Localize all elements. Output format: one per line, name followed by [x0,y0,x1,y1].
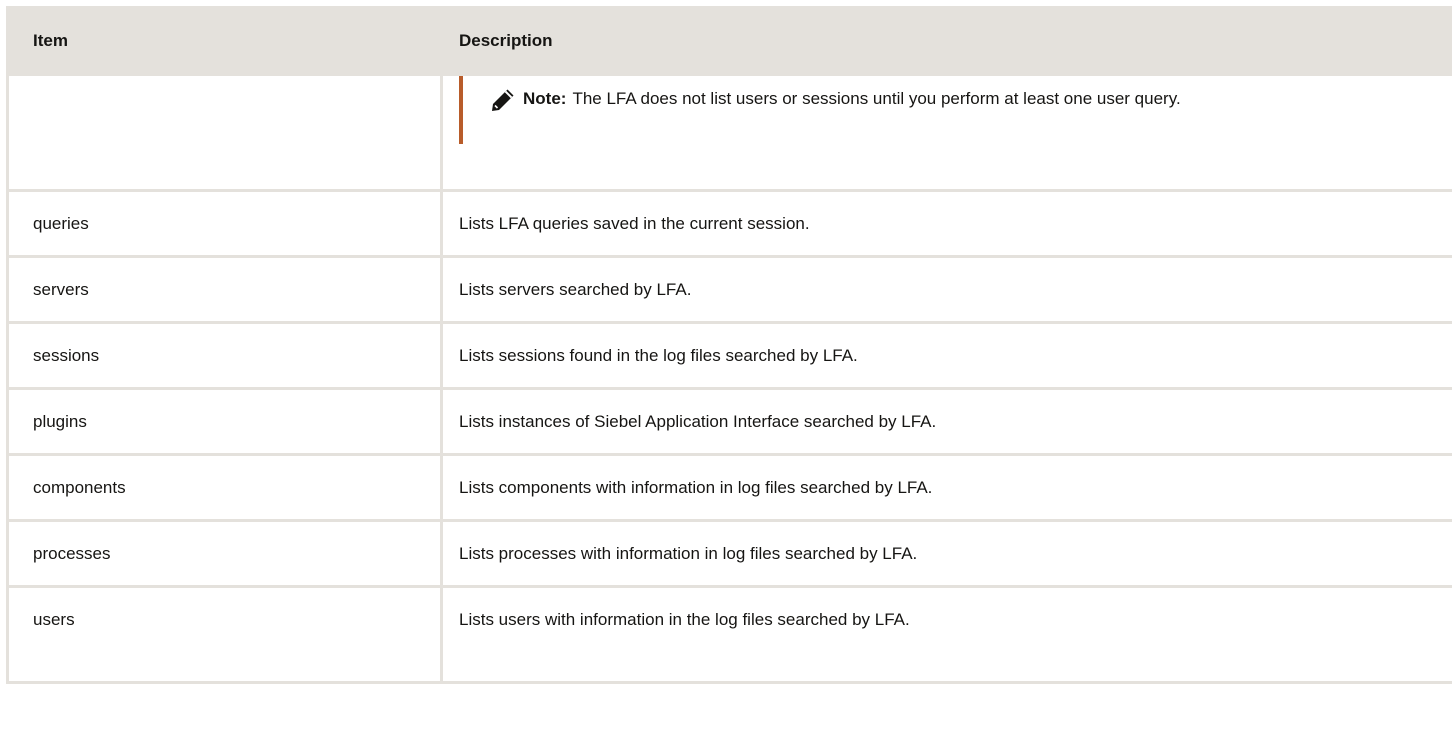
table-cell-description: Lists servers searched by LFA. [440,255,1452,324]
table-cell-description: Lists users with information in the log … [440,585,1452,684]
note-text: Note: The LFA does not list users or sess… [507,76,1452,110]
table-cell-item: sessions [6,321,443,390]
table-row: sessions Lists sessions found in the log… [6,321,1452,390]
column-header-item: Item [6,6,443,76]
table-row: plugins Lists instances of Siebel Applic… [6,387,1452,456]
note-label: Note: [523,89,567,108]
table-row: users Lists users with information in th… [6,585,1452,684]
table-cell-item [6,73,443,192]
table-row: processes Lists processes with informati… [6,519,1452,588]
table-cell-description: Lists sessions found in the log files se… [440,321,1452,390]
table-row: Note: The LFA does not list users or sess… [6,73,1452,192]
table-cell-item: plugins [6,387,443,456]
table-cell-description: Lists instances of Siebel Application In… [440,387,1452,456]
pencil-icon [489,86,517,114]
table-header-row: Item Description [6,6,1452,76]
table-cell-item: servers [6,255,443,324]
column-header-description: Description [440,6,1452,76]
table-cell-item: components [6,453,443,522]
table-row: servers Lists servers searched by LFA. [6,255,1452,324]
note-callout: Note: The LFA does not list users or sess… [459,76,1452,144]
table-cell-description: Lists processes with information in log … [440,519,1452,588]
table-cell-description: Note: The LFA does not list users or sess… [440,73,1452,192]
table-cell-description: Lists components with information in log… [440,453,1452,522]
note-body: The LFA does not list users or sessions … [572,89,1181,108]
items-table: Item Description Note: The LFA does not … [6,6,1452,684]
document-page: Item Description Note: The LFA does not … [0,0,1452,730]
table-cell-item: users [6,585,443,684]
table-row: queries Lists LFA queries saved in the c… [6,189,1452,258]
table-cell-item: queries [6,189,443,258]
table-cell-item: processes [6,519,443,588]
table-row: components Lists components with informa… [6,453,1452,522]
table-cell-description: Lists LFA queries saved in the current s… [440,189,1452,258]
